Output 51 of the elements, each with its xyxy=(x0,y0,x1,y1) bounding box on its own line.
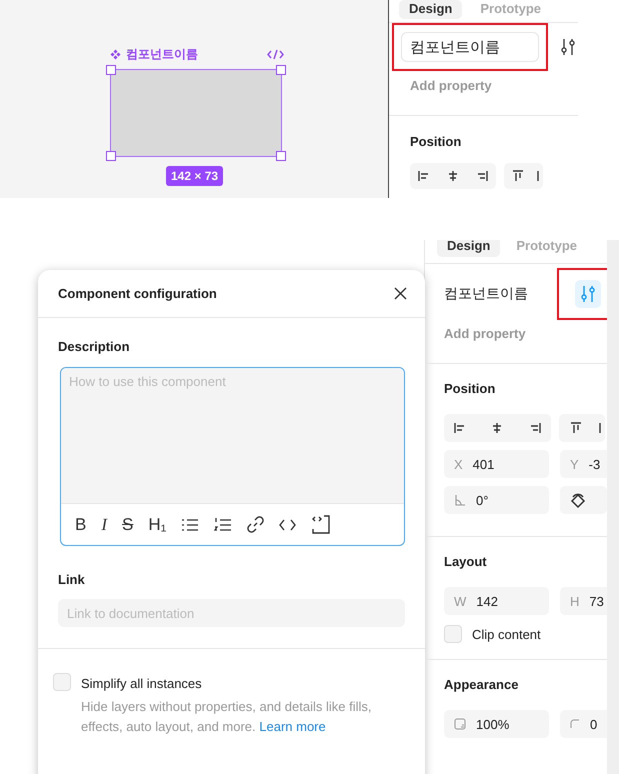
checkbox-label: Clip content xyxy=(472,626,541,642)
flip-button[interactable] xyxy=(560,486,607,514)
settings-sliders-icon xyxy=(580,285,596,303)
description-label: Description xyxy=(58,339,131,354)
description-editor[interactable]: How to use this component B I S H₁ xyxy=(60,367,405,546)
section-title: Appearance xyxy=(444,677,520,692)
corner-radius-field[interactable]: 0 xyxy=(560,710,607,738)
bullet-list-icon[interactable] xyxy=(181,516,200,532)
component-name-field[interactable]: 컴포넌트이름 xyxy=(401,32,539,62)
flip-icon xyxy=(570,491,586,509)
code-block-icon[interactable] xyxy=(311,515,332,534)
configure-button[interactable] xyxy=(575,280,601,308)
clip-checkbox[interactable] xyxy=(444,625,462,643)
heading-button[interactable]: H₁ xyxy=(148,514,166,534)
panel-tab[interactable]: Design xyxy=(399,0,462,19)
width-field[interactable]: W 142 xyxy=(444,587,549,615)
component-name: 컴포넌트이름 xyxy=(444,285,528,303)
link-icon[interactable] xyxy=(247,516,264,533)
angle-icon xyxy=(454,494,466,506)
learn-more-link[interactable]: Learn more xyxy=(259,719,326,734)
section-title: Position xyxy=(409,134,462,149)
component-label: 컴포넌트이름 xyxy=(126,46,198,62)
height-field[interactable]: H 73 xyxy=(560,587,607,615)
panel-tab[interactable]: Design xyxy=(437,240,500,257)
opacity-field[interactable]: 100% xyxy=(444,710,549,738)
link-label: Link xyxy=(58,572,86,587)
checkbox-label: Simplify all instances xyxy=(81,676,203,691)
y-field[interactable]: Y -3 xyxy=(560,450,607,478)
bold-button[interactable]: B xyxy=(75,514,86,534)
size-badge: 142 × 73 xyxy=(166,166,224,186)
horizontal-align-group[interactable] xyxy=(444,414,551,442)
code-icon[interactable] xyxy=(279,518,296,530)
italic-button[interactable]: I xyxy=(101,514,108,534)
strikethrough-button[interactable]: S xyxy=(122,514,134,534)
vertical-align-group[interactable] xyxy=(504,163,543,189)
help-text: Hide layers without properties, and details like fills, effects, auto layout, and more. Learn more xyxy=(81,698,372,736)
horizontal-align-group[interactable] xyxy=(410,163,496,189)
opacity-icon xyxy=(454,718,466,730)
close-icon[interactable] xyxy=(394,287,407,300)
rotation-field[interactable]: 0° xyxy=(444,486,549,514)
section-title: Position xyxy=(444,381,496,396)
x-field[interactable]: X 401 xyxy=(444,450,549,478)
dialog-title: Component configuration xyxy=(58,286,217,301)
component-icon xyxy=(110,48,121,60)
link-field[interactable]: Link to documentation xyxy=(58,599,405,627)
corner-radius-icon xyxy=(570,719,580,729)
vertical-align-group[interactable] xyxy=(559,414,605,442)
simplify-checkbox[interactable] xyxy=(53,673,71,691)
section-title: Layout xyxy=(444,554,488,569)
numbered-list-icon[interactable] xyxy=(214,516,232,532)
settings-sliders-icon[interactable] xyxy=(560,38,576,56)
